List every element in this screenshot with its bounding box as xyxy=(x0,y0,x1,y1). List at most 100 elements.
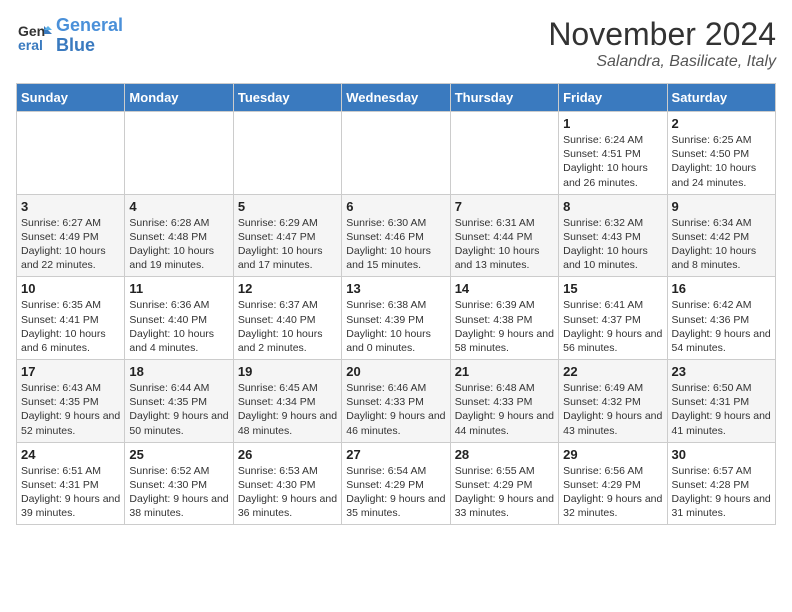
day-number: 13 xyxy=(346,281,445,296)
day-number: 2 xyxy=(672,116,771,131)
week-row-3: 17Sunrise: 6:43 AM Sunset: 4:35 PM Dayli… xyxy=(17,360,776,443)
calendar-cell xyxy=(17,112,125,195)
logo-icon: Gen eral xyxy=(16,18,52,54)
calendar-cell xyxy=(342,112,450,195)
day-info: Sunrise: 6:56 AM Sunset: 4:29 PM Dayligh… xyxy=(563,464,662,521)
day-info: Sunrise: 6:29 AM Sunset: 4:47 PM Dayligh… xyxy=(238,216,337,273)
day-info: Sunrise: 6:41 AM Sunset: 4:37 PM Dayligh… xyxy=(563,298,662,355)
day-number: 18 xyxy=(129,364,228,379)
day-info: Sunrise: 6:24 AM Sunset: 4:51 PM Dayligh… xyxy=(563,133,662,190)
calendar-cell: 10 Sunrise: 6:35 AM Sunset: 4:41 PM Dayli… xyxy=(17,277,125,360)
calendar-cell: 2 Sunrise: 6:25 AM Sunset: 4:50 PM Daylig… xyxy=(667,112,775,195)
day-info: Sunrise: 6:55 AM Sunset: 4:29 PM Dayligh… xyxy=(455,464,554,521)
svg-text:eral: eral xyxy=(18,37,43,53)
day-info: Sunrise: 6:48 AM Sunset: 4:33 PM Dayligh… xyxy=(455,381,554,438)
calendar-cell: 14Sunrise: 6:39 AM Sunset: 4:38 PM Dayli… xyxy=(450,277,558,360)
day-info: Sunrise: 6:36 AM Sunset: 4:40 PM Dayligh… xyxy=(129,298,228,355)
day-header-row: SundayMondayTuesdayWednesdayThursdayFrid… xyxy=(17,84,776,112)
logo: Gen eral General Blue xyxy=(16,16,123,56)
day-number: 27 xyxy=(346,447,445,462)
day-info: Sunrise: 6:42 AM Sunset: 4:36 PM Dayligh… xyxy=(672,298,771,355)
calendar-cell: 20 Sunrise: 6:46 AM Sunset: 4:33 PM Dayli… xyxy=(342,360,450,443)
calendar-cell: 4Sunrise: 6:28 AM Sunset: 4:48 PM Daylig… xyxy=(125,194,233,277)
calendar-cell xyxy=(125,112,233,195)
header-tuesday: Tuesday xyxy=(233,84,341,112)
header-thursday: Thursday xyxy=(450,84,558,112)
calendar-cell: 11 Sunrise: 6:36 AM Sunset: 4:40 PM Dayli… xyxy=(125,277,233,360)
day-number: 23 xyxy=(672,364,771,379)
location: Salandra, Basilicate, Italy xyxy=(548,53,776,71)
month-title: November 2024 xyxy=(548,16,776,53)
day-number: 4 xyxy=(129,199,228,214)
header-sunday: Sunday xyxy=(17,84,125,112)
calendar-body: 1 Sunrise: 6:24 AM Sunset: 4:51 PM Daylig… xyxy=(17,112,776,525)
day-number: 21 xyxy=(455,364,554,379)
logo-line1: General xyxy=(56,16,123,36)
calendar-cell: 1 Sunrise: 6:24 AM Sunset: 4:51 PM Daylig… xyxy=(559,112,667,195)
day-info: Sunrise: 6:34 AM Sunset: 4:42 PM Dayligh… xyxy=(672,216,771,273)
day-info: Sunrise: 6:35 AM Sunset: 4:41 PM Dayligh… xyxy=(21,298,120,355)
calendar-cell: 13Sunrise: 6:38 AM Sunset: 4:39 PM Dayli… xyxy=(342,277,450,360)
day-number: 8 xyxy=(563,199,662,214)
calendar-cell: 7Sunrise: 6:31 AM Sunset: 4:44 PM Daylig… xyxy=(450,194,558,277)
title-block: November 2024 Salandra, Basilicate, Ital… xyxy=(548,16,776,71)
week-row-0: 1 Sunrise: 6:24 AM Sunset: 4:51 PM Daylig… xyxy=(17,112,776,195)
calendar-cell: 28 Sunrise: 6:55 AM Sunset: 4:29 PM Dayli… xyxy=(450,442,558,525)
day-number: 10 xyxy=(21,281,120,296)
header-wednesday: Wednesday xyxy=(342,84,450,112)
day-info: Sunrise: 6:51 AM Sunset: 4:31 PM Dayligh… xyxy=(21,464,120,521)
day-number: 15 xyxy=(563,281,662,296)
day-info: Sunrise: 6:27 AM Sunset: 4:49 PM Dayligh… xyxy=(21,216,120,273)
day-number: 28 xyxy=(455,447,554,462)
day-info: Sunrise: 6:54 AM Sunset: 4:29 PM Dayligh… xyxy=(346,464,445,521)
day-info: Sunrise: 6:53 AM Sunset: 4:30 PM Dayligh… xyxy=(238,464,337,521)
day-info: Sunrise: 6:45 AM Sunset: 4:34 PM Dayligh… xyxy=(238,381,337,438)
page-header: Gen eral General Blue November 2024 Sala… xyxy=(16,16,776,71)
day-number: 1 xyxy=(563,116,662,131)
calendar-cell xyxy=(450,112,558,195)
week-row-1: 3 Sunrise: 6:27 AM Sunset: 4:49 PM Daylig… xyxy=(17,194,776,277)
day-number: 9 xyxy=(672,199,771,214)
day-number: 16 xyxy=(672,281,771,296)
calendar-table: SundayMondayTuesdayWednesdayThursdayFrid… xyxy=(16,83,776,525)
day-number: 26 xyxy=(238,447,337,462)
calendar-cell: 25Sunrise: 6:52 AM Sunset: 4:30 PM Dayli… xyxy=(125,442,233,525)
calendar-cell: 9 Sunrise: 6:34 AM Sunset: 4:42 PM Daylig… xyxy=(667,194,775,277)
day-number: 5 xyxy=(238,199,337,214)
day-info: Sunrise: 6:44 AM Sunset: 4:35 PM Dayligh… xyxy=(129,381,228,438)
header-saturday: Saturday xyxy=(667,84,775,112)
day-info: Sunrise: 6:46 AM Sunset: 4:33 PM Dayligh… xyxy=(346,381,445,438)
day-number: 17 xyxy=(21,364,120,379)
calendar-cell: 26 Sunrise: 6:53 AM Sunset: 4:30 PM Dayli… xyxy=(233,442,341,525)
day-number: 12 xyxy=(238,281,337,296)
calendar-cell xyxy=(233,112,341,195)
calendar-cell: 22 Sunrise: 6:49 AM Sunset: 4:32 PM Dayli… xyxy=(559,360,667,443)
calendar-cell: 29Sunrise: 6:56 AM Sunset: 4:29 PM Dayli… xyxy=(559,442,667,525)
day-number: 3 xyxy=(21,199,120,214)
day-number: 24 xyxy=(21,447,120,462)
calendar-cell: 19 Sunrise: 6:45 AM Sunset: 4:34 PM Dayli… xyxy=(233,360,341,443)
day-info: Sunrise: 6:57 AM Sunset: 4:28 PM Dayligh… xyxy=(672,464,771,521)
calendar-header: SundayMondayTuesdayWednesdayThursdayFrid… xyxy=(17,84,776,112)
day-info: Sunrise: 6:37 AM Sunset: 4:40 PM Dayligh… xyxy=(238,298,337,355)
day-number: 19 xyxy=(238,364,337,379)
day-number: 11 xyxy=(129,281,228,296)
calendar-cell: 5 Sunrise: 6:29 AM Sunset: 4:47 PM Daylig… xyxy=(233,194,341,277)
calendar-cell: 18 Sunrise: 6:44 AM Sunset: 4:35 PM Dayli… xyxy=(125,360,233,443)
day-number: 20 xyxy=(346,364,445,379)
day-info: Sunrise: 6:49 AM Sunset: 4:32 PM Dayligh… xyxy=(563,381,662,438)
calendar-cell: 16 Sunrise: 6:42 AM Sunset: 4:36 PM Dayli… xyxy=(667,277,775,360)
day-info: Sunrise: 6:25 AM Sunset: 4:50 PM Dayligh… xyxy=(672,133,771,190)
day-number: 14 xyxy=(455,281,554,296)
calendar-cell: 12 Sunrise: 6:37 AM Sunset: 4:40 PM Dayli… xyxy=(233,277,341,360)
day-number: 6 xyxy=(346,199,445,214)
day-number: 22 xyxy=(563,364,662,379)
calendar-cell: 15 Sunrise: 6:41 AM Sunset: 4:37 PM Dayli… xyxy=(559,277,667,360)
calendar-cell: 30Sunrise: 6:57 AM Sunset: 4:28 PM Dayli… xyxy=(667,442,775,525)
header-friday: Friday xyxy=(559,84,667,112)
calendar-cell: 27 Sunrise: 6:54 AM Sunset: 4:29 PM Dayli… xyxy=(342,442,450,525)
calendar-cell: 6Sunrise: 6:30 AM Sunset: 4:46 PM Daylig… xyxy=(342,194,450,277)
day-number: 7 xyxy=(455,199,554,214)
calendar-cell: 17Sunrise: 6:43 AM Sunset: 4:35 PM Dayli… xyxy=(17,360,125,443)
calendar-cell: 23Sunrise: 6:50 AM Sunset: 4:31 PM Dayli… xyxy=(667,360,775,443)
